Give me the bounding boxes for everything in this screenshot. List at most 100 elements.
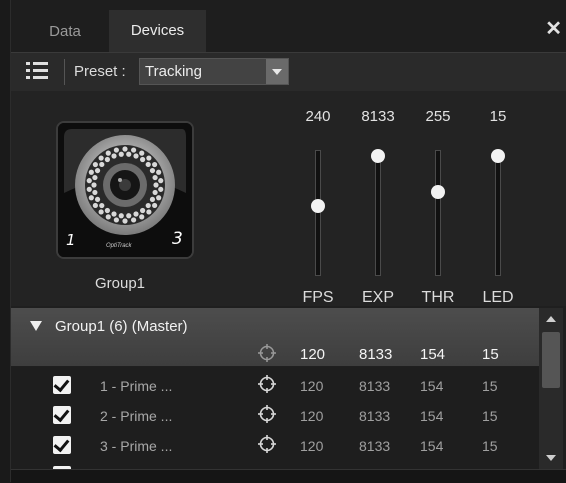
group-fps: 120 [300, 346, 326, 363]
slider-track[interactable] [375, 150, 381, 276]
device-name: 2 - Prime ... [100, 408, 173, 424]
device-thr: 154 [420, 408, 444, 424]
slider-knob[interactable] [491, 149, 505, 163]
led-dot [99, 202, 105, 209]
led-dot [99, 161, 105, 168]
led-dot [94, 196, 101, 203]
device-exp: 8133 [359, 378, 391, 394]
slider-label: THR [421, 289, 455, 306]
slider-label: EXP [361, 289, 394, 306]
led-dot [122, 218, 128, 224]
preset-value: Tracking [145, 63, 202, 80]
device-exp: 8133 [359, 408, 391, 424]
led-dot [140, 207, 146, 214]
led-dot [158, 178, 164, 184]
group-name: Group1 [94, 275, 146, 292]
led-dot [133, 211, 139, 217]
device-thr: 154 [420, 378, 444, 394]
led-dot [139, 150, 145, 156]
led-dot [152, 189, 158, 196]
slider-value: 255 [425, 108, 451, 125]
toolbar-separator [64, 59, 65, 85]
led-dot [146, 155, 152, 161]
led-dot [91, 182, 97, 188]
led-dot [145, 161, 151, 168]
led-dot [86, 178, 92, 184]
preset-dropdown[interactable]: Tracking [139, 58, 289, 85]
camera-number-right: 3 [172, 229, 183, 249]
slider-knob[interactable] [431, 185, 445, 200]
tab-data[interactable]: Data [22, 12, 108, 52]
list-scrollbar[interactable] [539, 308, 563, 469]
led-dot [98, 209, 104, 215]
table-row[interactable]: 2 - Prime ... 120 8133 154 15 [11, 400, 539, 430]
chevron-down-icon[interactable] [266, 59, 288, 84]
crosshair-icon [258, 344, 276, 362]
slider-value: 240 [305, 108, 331, 125]
device-name: 1 - Prime ... [100, 378, 173, 394]
led-dot [149, 196, 156, 203]
scroll-down-icon[interactable] [539, 447, 563, 469]
led-dot [122, 146, 128, 152]
scroll-up-icon[interactable] [539, 308, 563, 330]
tab-devices[interactable]: Devices [109, 10, 206, 52]
group-thr: 154 [420, 346, 446, 363]
led-dot [86, 186, 92, 192]
slider-track[interactable] [435, 150, 441, 276]
led-dot [92, 189, 98, 196]
table-row-partial[interactable] [11, 460, 539, 469]
device-list: 1 - Prime ... 120 8133 154 15 2 - Prime … [11, 367, 539, 469]
tab-bar: Data Devices ✕ [11, 0, 566, 52]
led-dot [92, 202, 98, 209]
group-exp: 8133 [359, 346, 393, 363]
device-thr: 154 [420, 438, 444, 454]
led-dot [145, 202, 151, 209]
led-dot [152, 202, 158, 209]
crosshair-icon[interactable] [258, 375, 276, 393]
row-checkbox[interactable] [53, 406, 71, 424]
led-dot [156, 169, 162, 175]
group-header-row[interactable]: Group1 (6) (Master) 120 8133 154 15 [11, 308, 539, 366]
led-dot [149, 167, 156, 174]
slider-label: LED [482, 289, 514, 306]
led-dot [118, 213, 124, 219]
group-title: Group1 (6) (Master) [55, 318, 188, 335]
led-dot [152, 161, 158, 168]
led-dot [133, 153, 139, 159]
device-fps: 120 [300, 408, 324, 424]
panel-left-edge [0, 0, 11, 482]
led-dot [92, 161, 98, 168]
list-menu-icon[interactable] [26, 61, 48, 81]
led-dot [118, 151, 124, 157]
group-led: 15 [482, 346, 499, 363]
slider-knob[interactable] [311, 199, 325, 214]
led-dot [92, 174, 98, 181]
crosshair-icon[interactable] [258, 405, 276, 423]
device-led: 15 [482, 378, 498, 394]
expand-triangle-icon[interactable] [30, 321, 42, 331]
camera-image: 1 3 OptiTrack [56, 121, 194, 259]
led-dot [105, 214, 111, 220]
row-checkbox[interactable] [53, 376, 71, 394]
crosshair-icon[interactable] [258, 435, 276, 453]
led-dot [111, 211, 117, 217]
table-row[interactable]: 1 - Prime ... 120 8133 154 15 [11, 370, 539, 400]
led-dot [105, 150, 111, 156]
led-dot [146, 209, 152, 215]
slider-knob[interactable] [371, 149, 385, 163]
led-dot [113, 147, 119, 153]
bottom-bar [11, 469, 566, 483]
led-dot [104, 156, 110, 163]
slider-value: 8133 [361, 108, 395, 125]
slider-track[interactable] [495, 150, 501, 276]
device-name: 3 - Prime ... [100, 438, 173, 454]
led-dot [131, 147, 137, 153]
toolbar: Preset : Tracking [11, 52, 566, 91]
scroll-thumb[interactable] [542, 332, 560, 388]
table-row[interactable]: 3 - Prime ... 120 8133 154 15 [11, 430, 539, 460]
row-checkbox[interactable] [53, 436, 71, 454]
led-dot [131, 217, 137, 223]
devices-panel: Data Devices ✕ Preset : Tracking 1 3 Opt… [0, 0, 566, 483]
device-settings-area: 1 3 OptiTrack Group1 240 FPS 8133 EXP 25… [11, 91, 566, 306]
close-icon[interactable]: ✕ [545, 16, 562, 41]
